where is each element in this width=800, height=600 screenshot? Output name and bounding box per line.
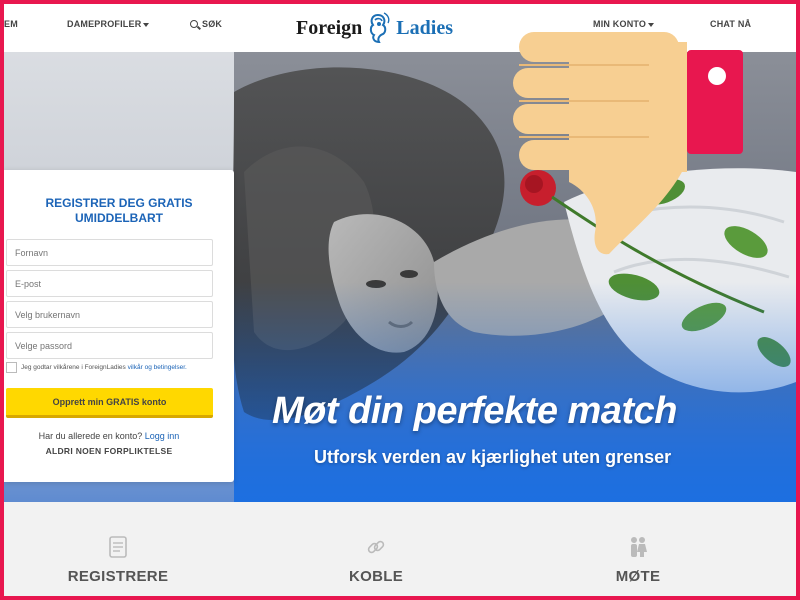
signup-title: REGISTRER DEG GRATIS UMIDDELBART bbox=[14, 196, 224, 226]
site-logo[interactable]: Foreign Ladies bbox=[296, 10, 453, 46]
page-frame: EM DAMEPROFILER SØK Foreign Ladies MIN K… bbox=[4, 4, 796, 596]
step-meet-label: MØTE bbox=[615, 568, 661, 585]
signup-title-line1: REGISTRER DEG GRATIS bbox=[45, 196, 193, 210]
logo-woman-icon bbox=[370, 12, 390, 44]
logo-text-ladies: Ladies bbox=[396, 16, 453, 39]
step-connect: KOBLE bbox=[276, 536, 476, 586]
terms-link[interactable]: vilkår og betingelser. bbox=[128, 364, 187, 371]
signup-title-line2: UMIDDELBART bbox=[75, 211, 163, 225]
step-register: REGISTRERE bbox=[18, 536, 218, 586]
hero-headline: Møt din perfekte match bbox=[272, 390, 677, 432]
search-icon bbox=[190, 20, 198, 28]
nav-profiles-label: DAMEPROFILER bbox=[67, 19, 142, 29]
couple-icon bbox=[631, 537, 647, 557]
nav-item-search[interactable]: SØK bbox=[190, 19, 222, 29]
hero-subheadline: Utforsk verden av kjærlighet uten grense… bbox=[314, 447, 672, 467]
link-icon bbox=[367, 540, 385, 554]
nav-account-label: MIN KONTO bbox=[593, 19, 647, 29]
nav-item-account[interactable]: MIN KONTO bbox=[593, 19, 655, 29]
terms-row: Jeg godtar vilkårene i ForeignLadies vil… bbox=[6, 362, 187, 373]
have-account-text: Har du allerede en konto? bbox=[38, 431, 143, 441]
login-prompt: Har du allerede en konto? Logg inn bbox=[4, 431, 214, 441]
thumbs-down-icon bbox=[513, 32, 743, 255]
caret-down-icon bbox=[648, 22, 655, 27]
logo-text-foreign: Foreign bbox=[296, 16, 363, 39]
terms-text: Jeg godtar vilkårene i ForeignLadies bbox=[21, 364, 126, 371]
create-account-button[interactable]: Opprett min GRATIS konto bbox=[6, 388, 213, 418]
document-icon bbox=[109, 536, 127, 558]
email-input[interactable] bbox=[6, 270, 213, 297]
username-input[interactable] bbox=[6, 301, 213, 328]
nav-search-label: SØK bbox=[202, 19, 223, 29]
nav-item-chat[interactable]: CHAT NÅ bbox=[710, 19, 751, 29]
nav-item-profiles[interactable]: DAMEPROFILER bbox=[67, 19, 150, 29]
first-name-input[interactable] bbox=[6, 239, 213, 266]
caret-down-icon bbox=[143, 22, 150, 27]
step-register-label: REGISTRERE bbox=[67, 568, 169, 585]
nav-item-truncated[interactable]: EM bbox=[4, 19, 18, 29]
no-commitment-text: ALDRI NOEN FORPLIKTELSE bbox=[45, 446, 173, 456]
terms-checkbox[interactable] bbox=[6, 362, 17, 373]
steps-section: REGISTRERE KOBLE MØTE bbox=[4, 502, 796, 596]
login-link[interactable]: Logg inn bbox=[145, 431, 180, 441]
password-input[interactable] bbox=[6, 332, 213, 359]
step-meet: MØTE bbox=[538, 536, 738, 586]
signup-card: REGISTRER DEG GRATIS UMIDDELBART Jeg god… bbox=[4, 170, 234, 482]
step-connect-label: KOBLE bbox=[349, 568, 403, 585]
